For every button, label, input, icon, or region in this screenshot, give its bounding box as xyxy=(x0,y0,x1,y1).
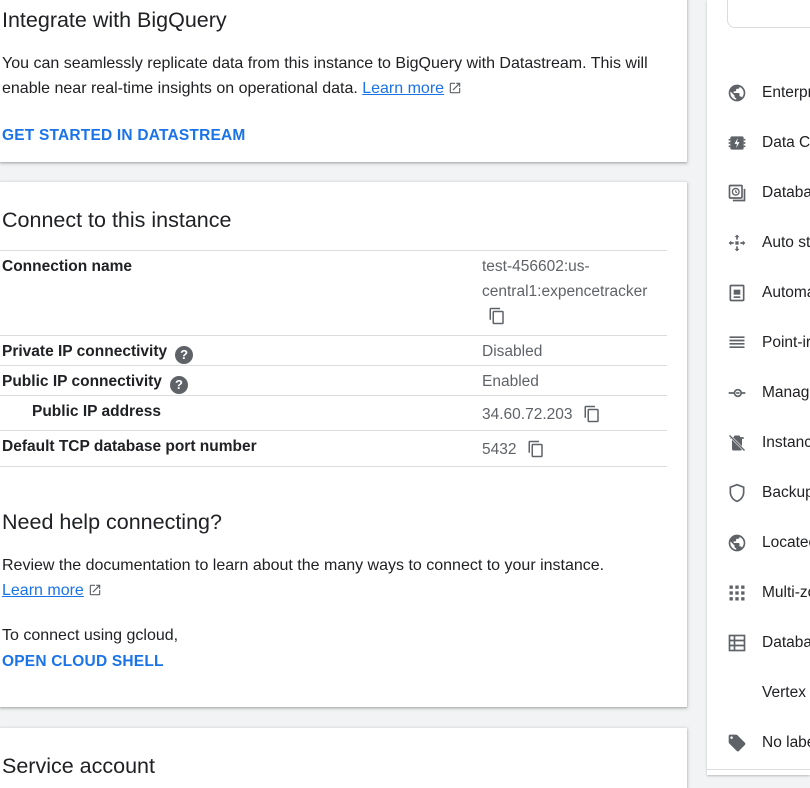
help-icon[interactable]: ? xyxy=(169,376,188,394)
sidebar-item-point-in-time[interactable]: Point-ir xyxy=(727,332,810,356)
bigquery-learn-more-link[interactable]: Learn more xyxy=(362,80,444,97)
sidebar-item-managed[interactable]: Manage xyxy=(727,382,810,406)
sidebar-item-located[interactable]: Locatec xyxy=(727,532,810,556)
sidebar-item-label: Databa xyxy=(762,184,810,201)
bigquery-description: You can seamlessly replicate data from t… xyxy=(2,51,652,101)
tag-icon xyxy=(728,734,746,752)
sidebar-item-label: Multi-zo xyxy=(762,584,810,601)
copy-port-icon[interactable] xyxy=(527,439,545,459)
help-connecting-text: Review the documentation to learn about … xyxy=(2,553,652,603)
sidebar-item-label: Backup xyxy=(762,484,810,501)
globe-icon xyxy=(728,84,746,102)
public-ip-address-label: Public IP address xyxy=(32,403,161,420)
commit-icon xyxy=(728,388,746,398)
sidebar-item-label: Locatec xyxy=(762,534,810,551)
sidebar-item-vertex[interactable]: Vertex , xyxy=(727,682,810,706)
delete-off-icon xyxy=(728,434,746,452)
public-ip-value: Enabled xyxy=(482,373,539,390)
sidebar-item-database-time[interactable]: Databa xyxy=(727,182,810,206)
get-started-datastream-button[interactable]: GET STARTED IN DATASTREAM xyxy=(2,127,246,145)
public-ip-address-text: 34.60.72.203 xyxy=(482,406,573,423)
bigquery-title: Integrate with BigQuery xyxy=(2,8,227,32)
bigquery-card: Integrate with BigQuery You can seamless… xyxy=(0,0,687,162)
sidebar-item-labels[interactable]: No labe xyxy=(727,732,810,756)
tcp-port-label: Default TCP database port number xyxy=(2,438,257,455)
expand-arrows-icon xyxy=(728,234,746,252)
service-account-card: Service account xyxy=(0,728,687,788)
sidebar-item-label: Vertex , xyxy=(762,684,810,701)
shield-icon xyxy=(729,483,745,503)
sidebar-item-label: No labe xyxy=(762,734,810,751)
divider xyxy=(0,365,667,366)
connection-name-line1: test-456602:us- xyxy=(482,258,590,275)
divider xyxy=(0,466,667,467)
sidebar-item-database-table[interactable]: Databa xyxy=(727,632,810,656)
open-cloud-shell-button[interactable]: OPEN CLOUD SHELL xyxy=(2,653,164,671)
connection-name-line2: central1:expencetracker xyxy=(482,283,648,300)
copy-ip-address-icon[interactable] xyxy=(583,404,601,424)
service-account-title: Service account xyxy=(2,754,155,778)
divider xyxy=(707,769,810,770)
sidebar-item-label: Databa xyxy=(762,634,810,651)
sidebar-item-backup[interactable]: Backup xyxy=(727,482,810,506)
sidebar-item-label: Data Ca xyxy=(762,134,810,151)
connect-card: Connect to this instance Connection name… xyxy=(0,182,687,707)
sidebar-item-enterprise[interactable]: Enterpr xyxy=(727,82,810,106)
sidebar-item-label: Enterpr xyxy=(762,84,810,101)
help-icon[interactable]: ? xyxy=(175,346,194,364)
sidebar-item-label: Manage xyxy=(762,384,810,401)
divider xyxy=(0,335,667,336)
public-ip-address-value: 34.60.72.203 xyxy=(482,402,601,427)
sidebar-item-instance-deletion[interactable]: Instanc xyxy=(727,432,810,456)
sidebar-item-label: Instanc xyxy=(762,434,810,451)
sidebar-item-label: Auto st xyxy=(762,234,810,251)
lines-icon xyxy=(729,336,745,348)
tcp-port-text: 5432 xyxy=(482,441,517,458)
sidebar-item-label: Point-ir xyxy=(762,334,810,351)
grid-dots-icon xyxy=(729,585,745,601)
tcp-port-value: 5432 xyxy=(482,437,545,462)
divider xyxy=(0,250,667,251)
instance-details-sidebar: Enterpr Data Ca Databa Auto st Automa Po… xyxy=(707,0,810,775)
private-ip-label: Private IP connectivity? xyxy=(2,343,194,364)
database-time-icon xyxy=(728,184,746,202)
public-ip-label: Public IP connectivity? xyxy=(2,373,188,394)
bigquery-description-text: You can seamlessly replicate data from t… xyxy=(2,55,648,97)
sidebar-item-automated-backups[interactable]: Automa xyxy=(727,282,810,306)
table-icon xyxy=(728,634,746,652)
private-ip-value: Disabled xyxy=(482,343,543,360)
data-cache-icon xyxy=(728,136,746,150)
help-learn-more-link[interactable]: Learn more xyxy=(2,582,84,599)
sidebar-item-label: Automa xyxy=(762,284,810,301)
private-ip-label-text: Private IP connectivity xyxy=(2,343,168,360)
connection-name-value: test-456602:us- central1:expencetracker xyxy=(482,254,647,329)
help-connecting-description: Review the documentation to learn about … xyxy=(2,557,605,574)
sidebar-item-data-cache[interactable]: Data Ca xyxy=(727,132,810,156)
open-in-new-icon xyxy=(89,584,101,596)
sidebar-item-multi-zone[interactable]: Multi-zo xyxy=(727,582,810,606)
public-ip-label-text: Public IP connectivity xyxy=(2,373,162,390)
globe-icon xyxy=(728,534,746,552)
copy-connection-name-icon[interactable] xyxy=(488,306,506,326)
connect-title: Connect to this instance xyxy=(2,208,232,232)
connection-name-label: Connection name xyxy=(2,258,133,275)
divider xyxy=(0,395,667,396)
help-connecting-title: Need help connecting? xyxy=(2,510,222,534)
sidebar-item-auto-storage[interactable]: Auto st xyxy=(727,232,810,256)
divider xyxy=(0,430,667,431)
open-in-new-icon xyxy=(449,82,461,94)
gcloud-text: To connect using gcloud, xyxy=(2,627,179,644)
sidebar-top-box xyxy=(727,0,810,28)
backup-icon xyxy=(729,284,745,302)
